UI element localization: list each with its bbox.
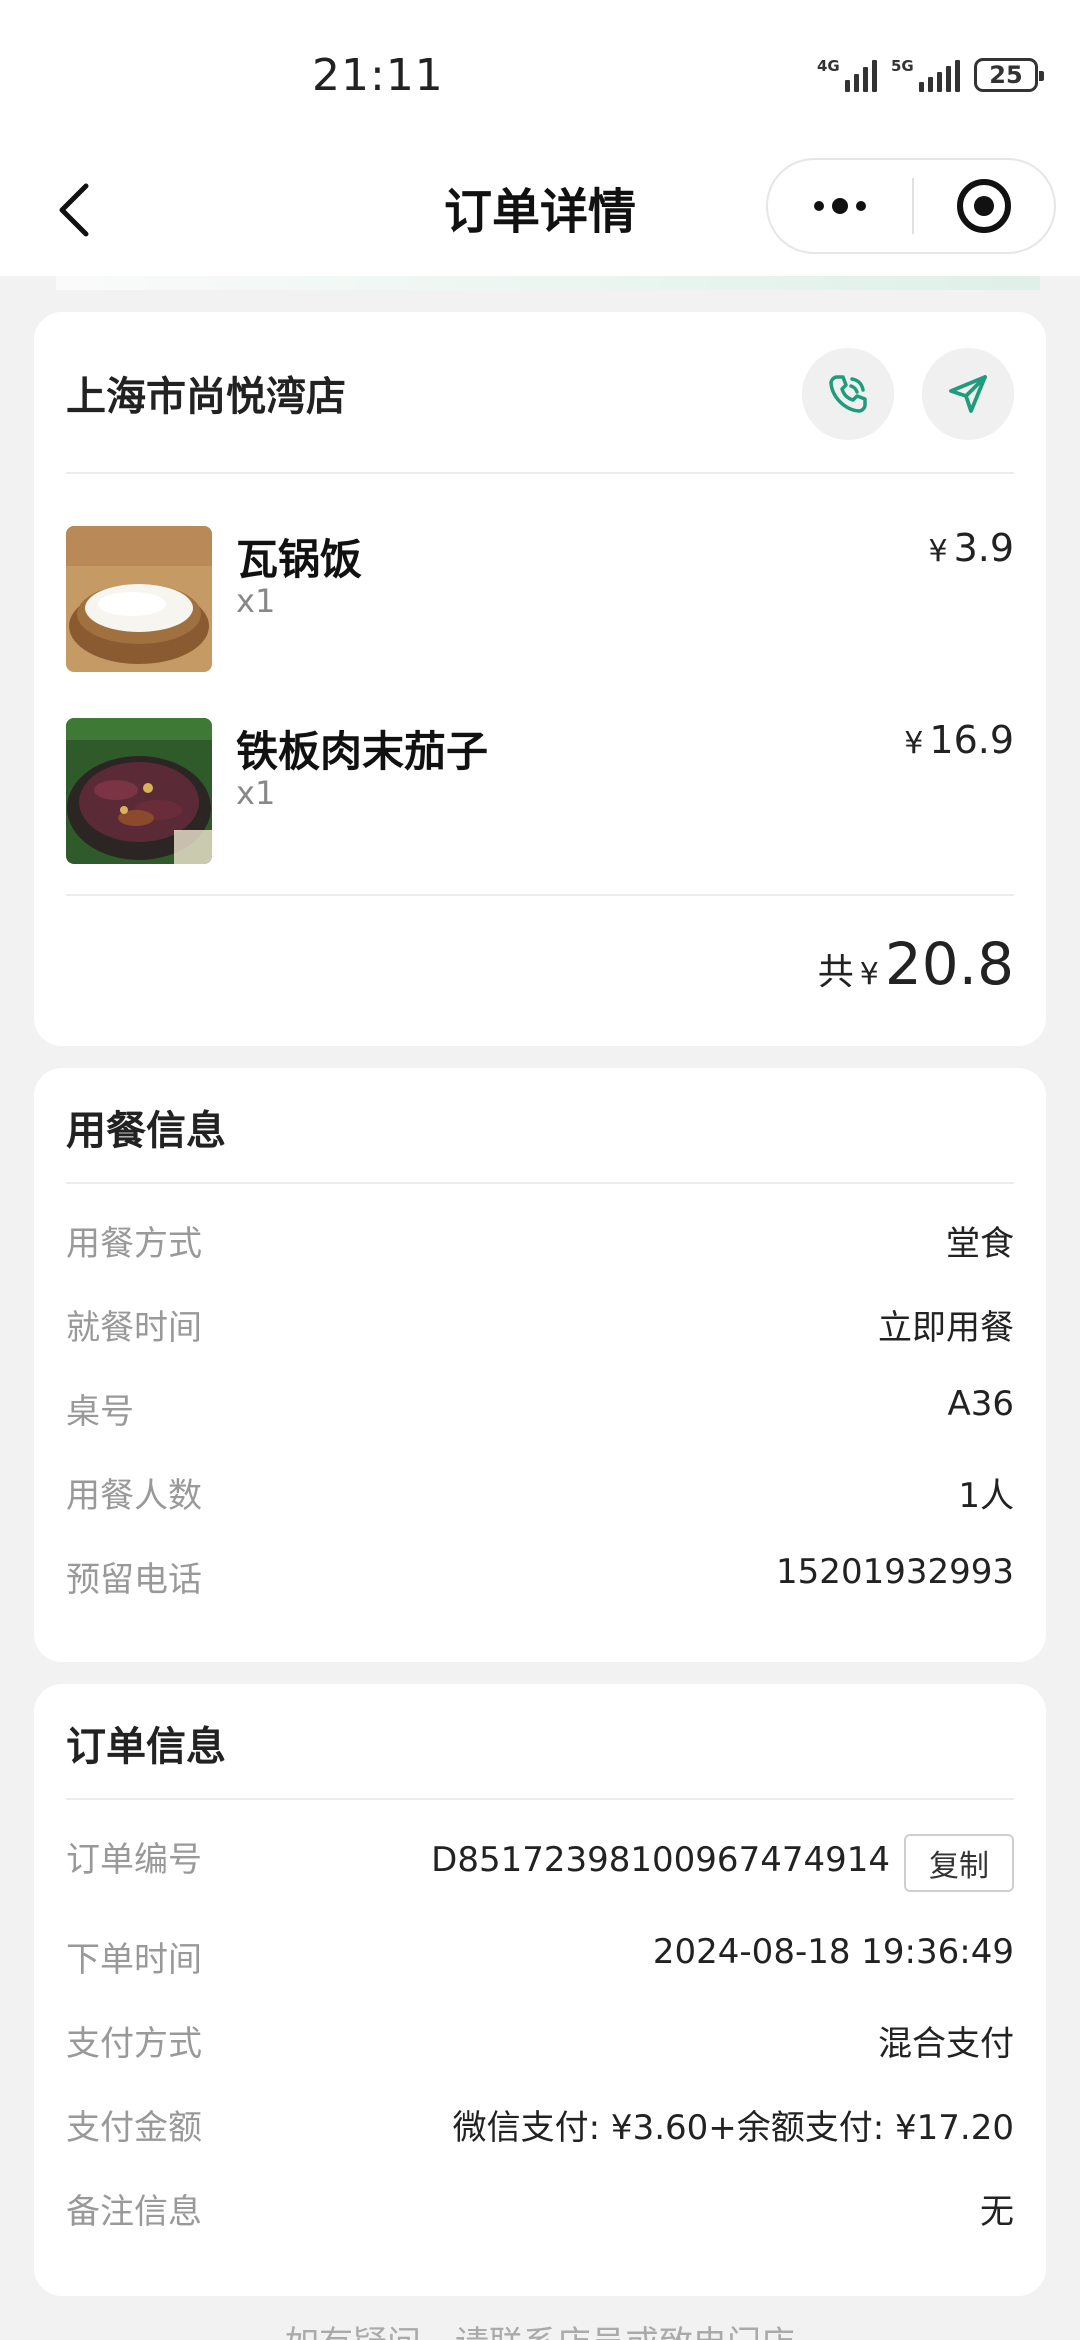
info-row: 桌号 A36 [66, 1384, 1014, 1440]
info-value: 立即用餐 [878, 1308, 1014, 1348]
dining-info-card: 用餐信息 用餐方式 堂食 就餐时间 立即用餐 桌号 A36 用餐人数 1人 预留… [34, 1068, 1046, 1662]
mini-program-close-icon [957, 179, 1011, 233]
call-store-button[interactable] [802, 348, 894, 440]
signal-4g-icon: 4G [817, 58, 877, 92]
info-row: 支付方式 混合支付 [66, 2016, 1014, 2072]
info-row-order-number: 订单编号 D85172398100967474914 复制 [66, 1832, 1014, 1892]
info-row: 就餐时间 立即用餐 [66, 1300, 1014, 1356]
close-button[interactable] [914, 160, 1054, 252]
divider [66, 1182, 1014, 1184]
total-amount: 20.8 [884, 930, 1014, 998]
info-row: 支付金额 微信支付: ¥3.60+余额支付: ¥17.20 [66, 2100, 1014, 2156]
info-row: 用餐人数 1人 [66, 1468, 1014, 1524]
navigation-arrow-icon [949, 375, 987, 413]
order-item: 铁板肉末茄子 x1 ¥16.9 [66, 718, 1014, 864]
info-row: 用餐方式 堂食 [66, 1216, 1014, 1272]
info-label: 订单编号 [66, 1840, 202, 1880]
order-total: 共 ¥ 20.8 [818, 930, 1014, 998]
store-card: 上海市尚悦湾店 瓦锅饭 x1 ¥3.9 铁板肉末茄子 x1 ¥ 16.9 共 ¥… [34, 312, 1046, 1046]
section-title: 订单信息 [66, 1724, 226, 1770]
info-label: 预留电话 [66, 1560, 202, 1600]
item-image [66, 526, 212, 672]
info-label: 就餐时间 [66, 1308, 202, 1348]
phone-icon [829, 375, 867, 413]
info-label: 备注信息 [66, 2192, 202, 2232]
status-time: 21:11 [312, 50, 444, 101]
info-value: A36 [947, 1384, 1014, 1424]
status-bar: 21:11 4G 5G 25 [0, 0, 1080, 150]
info-row: 下单时间 2024-08-18 19:36:49 [66, 1932, 1014, 1988]
info-value: 1人 [958, 1476, 1014, 1516]
item-image [66, 718, 212, 864]
capsule-menu [766, 158, 1056, 254]
total-label: 共 [817, 952, 854, 993]
divider [66, 894, 1014, 896]
item-price: ¥3.9 [928, 526, 1014, 570]
order-info-card: 订单信息 订单编号 D85172398100967474914 复制 下单时间 … [34, 1684, 1046, 2296]
item-name: 瓦锅饭 [236, 535, 363, 584]
info-label: 下单时间 [66, 1940, 202, 1980]
info-value: 混合支付 [878, 2024, 1014, 2064]
info-label: 支付方式 [66, 2024, 202, 2064]
info-value: 堂食 [946, 1224, 1014, 1264]
nav-bar: 订单详情 [0, 150, 1080, 276]
divider [66, 1798, 1014, 1800]
battery-icon: 25 [974, 58, 1044, 92]
item-quantity: x1 [236, 582, 276, 620]
info-label: 用餐人数 [66, 1476, 202, 1516]
status-icons: 4G 5G 25 [817, 58, 1044, 92]
store-name: 上海市尚悦湾店 [66, 374, 346, 420]
item-price: ¥16.9 [904, 718, 1014, 762]
total-currency: ¥ [859, 957, 879, 992]
item-quantity: x1 [236, 774, 276, 812]
order-item: 瓦锅饭 x1 ¥3.9 [66, 526, 1014, 672]
info-value: 无 [980, 2192, 1014, 2232]
section-title: 用餐信息 [66, 1108, 226, 1154]
signal-5g-icon: 5G [891, 58, 960, 92]
info-label: 用餐方式 [66, 1224, 202, 1264]
info-row: 预留电话 15201932993 [66, 1552, 1014, 1608]
copy-button[interactable]: 复制 [904, 1834, 1014, 1892]
info-row: 备注信息 无 [66, 2184, 1014, 2240]
status-banner-edge [56, 276, 1040, 290]
info-value: 2024-08-18 19:36:49 [652, 1932, 1014, 1972]
footer-hint: 如有疑问，请联系店员或致电门店 [0, 2316, 1080, 2340]
divider [66, 472, 1014, 474]
item-name: 铁板肉末茄子 [236, 727, 489, 776]
info-label: 支付金额 [66, 2108, 202, 2148]
order-number: D85172398100967474914 [431, 1840, 890, 1880]
info-value: 微信支付: ¥3.60+余额支付: ¥17.20 [452, 2108, 1014, 2148]
phone-number[interactable]: 15201932993 [776, 1552, 1014, 1592]
more-button[interactable] [768, 160, 912, 252]
navigate-store-button[interactable] [922, 348, 1014, 440]
info-label: 桌号 [66, 1392, 134, 1432]
